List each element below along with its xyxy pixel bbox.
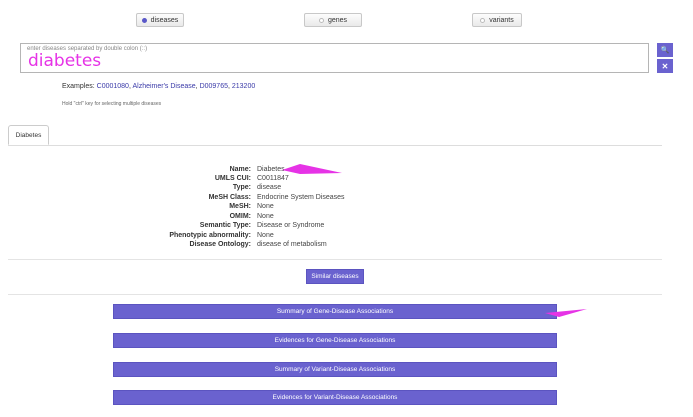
search-icon: 🔍 (660, 47, 670, 54)
button-label: Summary of Gene-Disease Associations (276, 308, 394, 315)
info-label: MeSH: (229, 203, 251, 210)
button-label: Evidences for Variant-Disease Associatio… (272, 394, 398, 401)
summary-variant-disease-button[interactable]: Summary of Variant-Disease Associations (113, 362, 557, 377)
example-link[interactable]: C0001080 (97, 83, 129, 90)
evidences-gene-disease-button[interactable]: Evidences for Gene-Disease Associations (113, 333, 557, 348)
info-label: Name: (229, 166, 251, 173)
search-button[interactable]: 🔍 (657, 43, 673, 57)
info-row-semantic-type: Semantic Type: Disease or Syndrome (0, 222, 693, 232)
info-row-ontology: Disease Ontology: disease of metabolism (0, 241, 693, 251)
radio-diseases-label: diseases (150, 16, 179, 24)
example-link[interactable]: D009765 (200, 83, 228, 90)
radio-dot-icon (318, 17, 324, 23)
radio-genes[interactable]: genes (304, 13, 362, 27)
info-label: Type: (232, 184, 251, 191)
similar-diseases-button[interactable]: Similar diseases (306, 269, 364, 284)
info-value: None (257, 203, 274, 210)
info-label: UMLS CUI: (214, 175, 251, 182)
section-divider (8, 294, 662, 295)
info-value: disease of metabolism (257, 241, 327, 248)
info-row-mesh: MeSH: None (0, 203, 693, 213)
info-label: OMIM: (229, 213, 251, 220)
multi-select-hint: Hold "ctrl" key for selecting multiple d… (62, 101, 162, 107)
examples-line: Examples: C0001080, Alzheimer's Disease,… (62, 83, 256, 90)
radio-dot-icon (480, 17, 486, 23)
info-value: None (257, 213, 274, 220)
evidences-variant-disease-button[interactable]: Evidences for Variant-Disease Associatio… (113, 390, 557, 405)
radio-variants[interactable]: variants (472, 13, 522, 27)
radio-variants-label: variants (489, 16, 514, 24)
button-label: Summary of Variant-Disease Associations (274, 366, 396, 373)
summary-gene-disease-button[interactable]: Summary of Gene-Disease Associations (113, 304, 557, 319)
info-value: Diabetes (257, 166, 285, 173)
search-typed-value: diabetes (28, 51, 102, 71)
example-link[interactable]: Alzheimer's Disease (132, 83, 195, 90)
examples-prefix: Examples: (62, 83, 95, 90)
radio-genes-label: genes (327, 16, 348, 24)
info-row-type: Type: disease (0, 184, 693, 194)
close-icon: ✕ (661, 61, 669, 71)
tab-label: Diabetes (15, 131, 42, 139)
info-value: None (257, 232, 274, 239)
tab-divider (8, 145, 662, 146)
info-value: Disease or Syndrome (257, 222, 325, 229)
info-value: Endocrine System Diseases (257, 194, 345, 201)
info-value: disease (257, 184, 282, 191)
example-link[interactable]: 213200 (232, 83, 255, 90)
info-label: Semantic Type: (199, 222, 251, 229)
button-label: Evidences for Gene-Disease Associations (274, 337, 396, 344)
annotation-arrow-icon (282, 164, 342, 174)
section-divider (8, 259, 662, 260)
radio-dot-icon (141, 17, 147, 23)
search-input[interactable]: enter diseases separated by double colon… (20, 43, 649, 73)
radio-diseases[interactable]: diseases (136, 13, 184, 27)
clear-button[interactable]: ✕ (657, 59, 673, 73)
annotation-arrow-icon (545, 309, 587, 317)
info-label: Phenotypic abnormality: (169, 232, 251, 239)
info-label: MeSH Class: (208, 194, 251, 201)
info-label: Disease Ontology: (189, 241, 251, 248)
tab-diabetes[interactable]: Diabetes (8, 125, 49, 145)
similar-diseases-label: Similar diseases (311, 273, 359, 280)
